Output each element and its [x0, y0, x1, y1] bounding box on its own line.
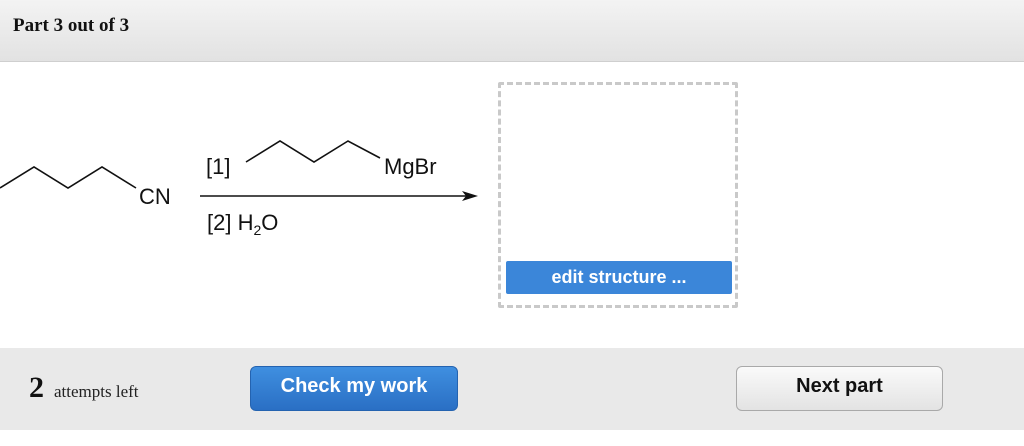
grignard-mgbr-label: MgBr	[384, 154, 437, 179]
bottom-strip	[0, 430, 1024, 446]
check-my-work-button[interactable]: Check my work	[250, 366, 458, 411]
reaction-scheme: CN [1] MgBr [2] H2O	[0, 140, 478, 238]
next-part-button[interactable]: Next part	[736, 366, 943, 411]
step1-label: [1]	[206, 154, 230, 179]
grignard-chain	[245, 140, 381, 163]
attempts-indicator: 2 attempts left	[29, 371, 139, 405]
part-title: Part 3 out of 3	[13, 15, 130, 36]
reactant-cn-label: CN	[139, 184, 171, 209]
step2-reagent: [2] H2O	[207, 210, 278, 238]
part-header: Part 3 out of 3	[0, 0, 1024, 62]
attempts-label: attempts left	[54, 382, 139, 401]
attempts-count: 2	[29, 371, 44, 404]
edit-structure-button[interactable]: edit structure ...	[506, 261, 732, 294]
reactant-chain	[0, 166, 137, 189]
